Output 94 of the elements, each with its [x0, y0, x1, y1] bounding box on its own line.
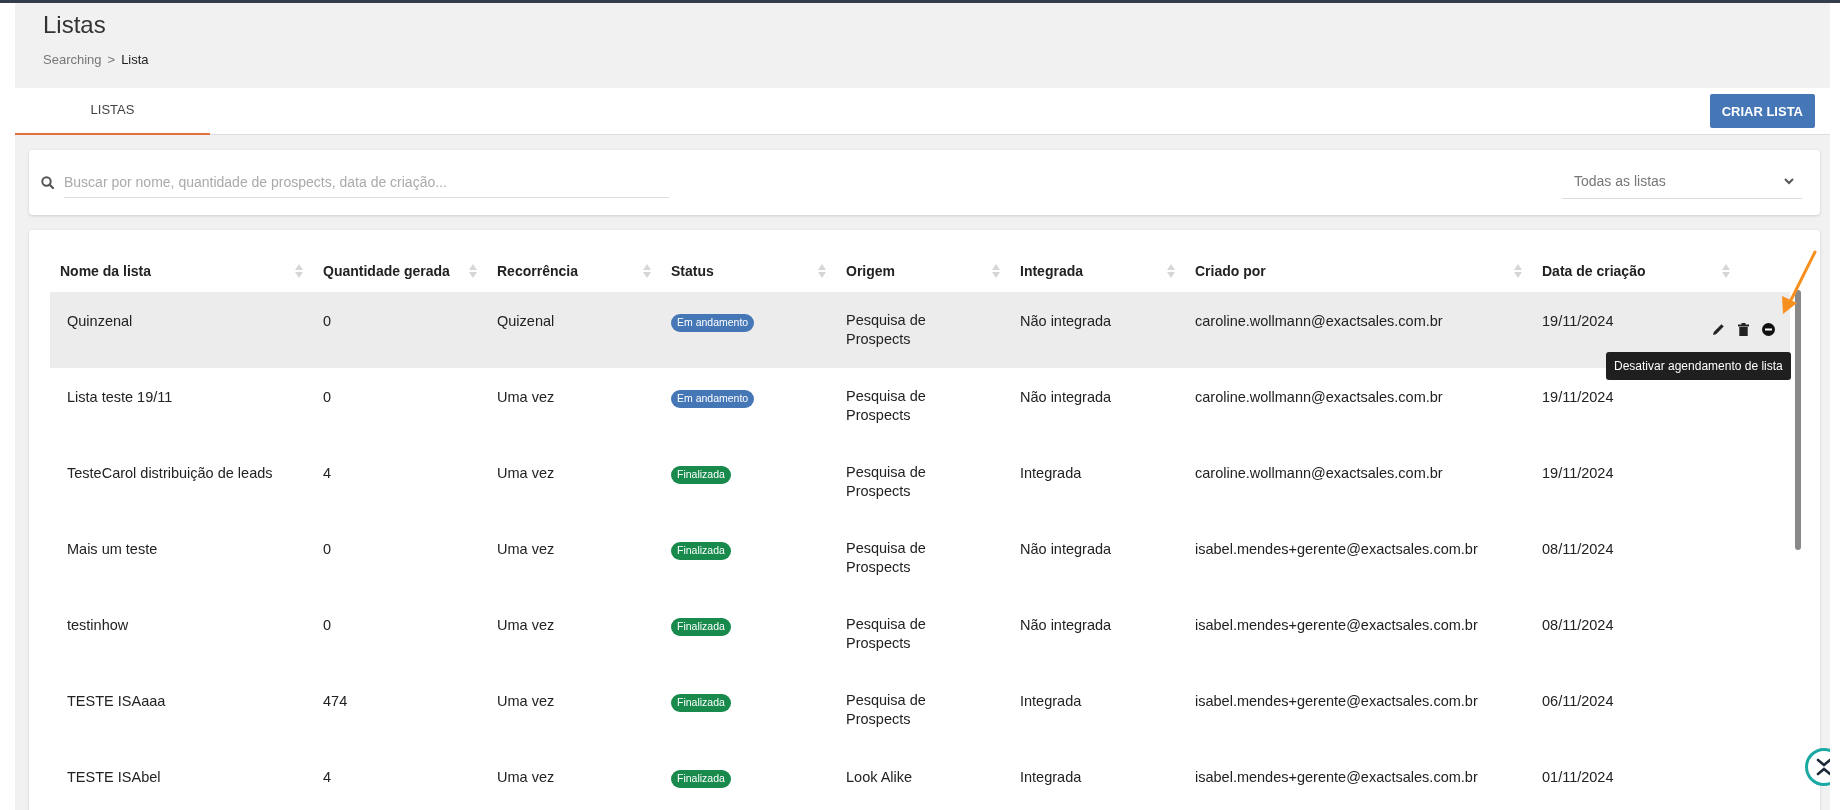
creation-date: 19/11/2024	[1542, 465, 1614, 481]
column-header[interactable]: Integrada	[1020, 260, 1083, 282]
creator-email: isabel.mendes+gerente@exactsales.com.br	[1195, 693, 1478, 709]
sort-icon[interactable]	[643, 264, 651, 278]
integration-cell: Não integrada	[1020, 617, 1112, 633]
list-name: TesteCarol distribuição de leads	[67, 465, 273, 481]
recurrence-cell: Uma vez	[497, 465, 555, 481]
origin-cell-text: Pesquisa de Prospects	[846, 539, 927, 577]
breadcrumb-separator: >	[107, 50, 116, 69]
column-header[interactable]: Criado por	[1195, 260, 1266, 282]
creator-email: isabel.mendes+gerente@exactsales.com.br	[1195, 617, 1478, 633]
status-badge: Finalizada	[671, 770, 731, 788]
origin-cell-text: Pesquisa de Prospects	[846, 615, 927, 653]
chevron-down-icon	[1784, 177, 1794, 185]
column-header[interactable]: Nome da lista	[60, 260, 152, 282]
recurrence-cell: Uma vez	[497, 693, 555, 709]
status-badge: Finalizada	[671, 694, 731, 712]
column-header[interactable]: Data de criação	[1542, 260, 1646, 282]
creation-date: 08/11/2024	[1542, 617, 1614, 633]
column-header[interactable]: Origem	[846, 260, 895, 282]
creation-date: 06/11/2024	[1542, 693, 1614, 709]
table-row[interactable]: TesteCarol distribuição de leads 4 Uma vez Finalizada Pesquisa de Prospects Integrada caroline.wollmann@exactsales.com.br 19/11/2024	[50, 444, 1790, 520]
chevrons-icon	[1816, 758, 1830, 776]
integration-cell: Não integrada	[1020, 313, 1112, 329]
integration-cell: Não integrada	[1020, 541, 1112, 557]
sort-icon[interactable]	[992, 264, 1000, 278]
table-row[interactable]: testinhow 0 Uma vez Finalizada Pesquisa de Prospects Não integrada isabel.mendes+gerente@exactsales.com.br 08/11/2024	[50, 596, 1790, 672]
tab[interactable]: LISTAS	[15, 87, 210, 135]
creator-email: isabel.mendes+gerente@exactsales.com.br	[1195, 769, 1478, 785]
sort-icon[interactable]	[818, 264, 826, 278]
annotation-arrow	[1782, 250, 1817, 314]
origin-cell: Look Alike	[846, 768, 913, 787]
table-row[interactable]: Mais um teste 0 Uma vez Finalizada Pesquisa de Prospects Não integrada isabel.mendes+gerente@exactsales.com.br 08/11/2024	[50, 520, 1790, 596]
table-row[interactable]: TESTE ISAbel 4 Uma vez Finalizada Look Alike Integrada isabel.mendes+gerente@exactsales.com.br 01/11/2024	[50, 748, 1790, 810]
edit-icon[interactable]	[1712, 323, 1725, 336]
creation-date: 01/11/2024	[1542, 769, 1614, 785]
list-name: TESTE ISAaaa	[67, 693, 166, 709]
list-name: TESTE ISAbel	[67, 769, 161, 785]
tooltip: Desativar agendamento de lista	[1606, 352, 1791, 380]
breadcrumb-link[interactable]: Searching	[43, 49, 102, 70]
trash-icon[interactable]	[1738, 323, 1749, 336]
quantity-cell: 4	[323, 769, 332, 785]
recurrence-cell: Uma vez	[497, 541, 555, 557]
quantity-cell: 0	[323, 389, 332, 405]
creator-email: caroline.wollmann@exactsales.com.br	[1195, 465, 1443, 481]
recurrence-cell: Uma vez	[497, 769, 555, 785]
filter-value: Todas as listas	[1574, 171, 1666, 191]
minus-circle-icon[interactable]	[1762, 323, 1775, 336]
column-header[interactable]: Quantidade gerada	[323, 260, 450, 282]
origin-cell-text: Pesquisa de Prospects	[846, 387, 927, 425]
origin-cell-text: Pesquisa de Prospects	[846, 691, 927, 729]
status-badge: Em andamento	[671, 314, 755, 332]
integration-cell: Integrada	[1020, 465, 1082, 481]
list-name: testinhow	[67, 617, 129, 633]
sort-icon[interactable]	[469, 264, 477, 278]
recurrence-cell: Uma vez	[497, 617, 555, 633]
creation-date: 08/11/2024	[1542, 541, 1614, 557]
integration-cell: Integrada	[1020, 769, 1082, 785]
recurrence-cell: Quizenal	[497, 313, 555, 329]
status-badge: Em andamento	[671, 390, 755, 408]
scrollbar-thumb[interactable]	[1795, 290, 1801, 550]
origin-cell-text: Pesquisa de Prospects	[846, 463, 927, 501]
origin-cell-text: Pesquisa de Prospects	[846, 311, 927, 349]
column-header[interactable]: Status	[671, 260, 714, 282]
table-row[interactable]: TESTE ISAaaa 474 Uma vez Finalizada Pesquisa de Prospects Integrada isabel.mendes+gerente@exactsales.com.br 06/11/2024	[50, 672, 1790, 748]
sort-icon[interactable]	[295, 264, 303, 278]
page-title: Listas	[43, 11, 107, 40]
creation-date: 19/11/2024	[1542, 313, 1614, 329]
quantity-cell: 0	[323, 617, 332, 633]
search-icon	[41, 176, 54, 189]
sort-icon[interactable]	[1514, 264, 1522, 278]
status-badge: Finalizada	[671, 618, 731, 636]
create-list-button[interactable]: CRIAR LISTA	[1709, 94, 1815, 128]
breadcrumb-current: Lista	[121, 50, 149, 69]
column-header[interactable]: Recorrência	[497, 260, 578, 282]
list-name: Lista teste 19/11	[67, 389, 173, 405]
quantity-cell: 0	[323, 541, 332, 557]
list-name: Quinzenal	[67, 313, 133, 329]
quantity-cell: 0	[323, 313, 332, 329]
creator-email: caroline.wollmann@exactsales.com.br	[1195, 313, 1443, 329]
integration-cell: Integrada	[1020, 693, 1082, 709]
list-filter-dropdown[interactable]: Todas as listas	[1562, 166, 1802, 199]
recurrence-cell: Uma vez	[497, 389, 555, 405]
creator-email: isabel.mendes+gerente@exactsales.com.br	[1195, 541, 1478, 557]
list-name: Mais um teste	[67, 541, 158, 557]
status-badge: Finalizada	[671, 542, 731, 560]
quantity-cell: 474	[323, 693, 348, 709]
status-badge: Finalizada	[671, 466, 731, 484]
creation-date: 19/11/2024	[1542, 389, 1614, 405]
sort-icon[interactable]	[1722, 264, 1730, 278]
sort-icon[interactable]	[1167, 264, 1175, 278]
creator-email: caroline.wollmann@exactsales.com.br	[1195, 389, 1443, 405]
quantity-cell: 4	[323, 465, 332, 481]
integration-cell: Não integrada	[1020, 389, 1112, 405]
